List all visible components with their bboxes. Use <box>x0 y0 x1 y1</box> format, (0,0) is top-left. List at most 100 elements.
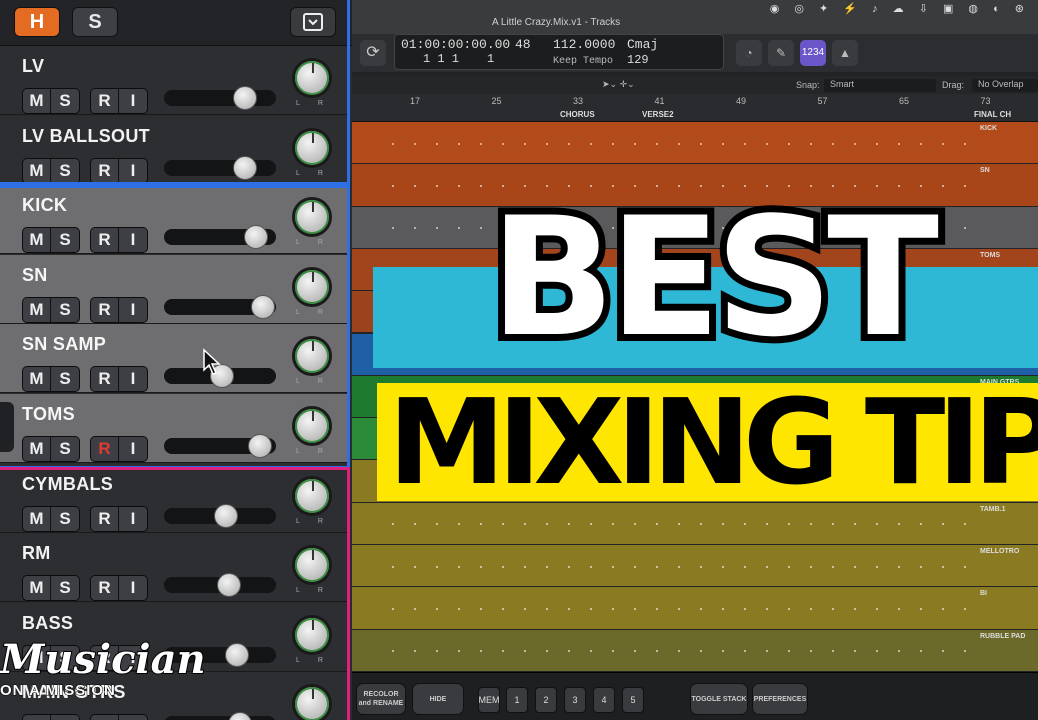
volume-fader-knob[interactable] <box>251 294 275 319</box>
track-header-row[interactable]: LV M S R I LR <box>0 46 348 115</box>
drag-select[interactable]: No Overlap <box>972 79 1038 92</box>
pan-knob[interactable] <box>292 475 332 516</box>
memory-slot-button[interactable]: 4 <box>593 687 615 713</box>
solo-button[interactable]: S <box>51 576 79 601</box>
volume-fader-knob[interactable] <box>233 86 257 110</box>
arrangement-marker[interactable]: CHORUS <box>560 110 595 119</box>
volume-fader-knob[interactable] <box>217 573 241 598</box>
lcd-display[interactable]: 01:00:00:00.00 1 1 1 1 48 112.0000 Keep … <box>394 34 724 70</box>
metronome-settings-icon[interactable]: ✎ <box>768 40 794 66</box>
toggle-stack-button[interactable]: TOGGLE STACK <box>690 683 748 715</box>
pan-knob[interactable] <box>292 684 332 720</box>
solo-button[interactable]: S <box>51 437 79 461</box>
volume-fader[interactable] <box>164 503 276 528</box>
track-name[interactable]: CYMBALS <box>22 474 113 495</box>
input-monitor-button[interactable]: I <box>119 228 147 253</box>
memory-slot-button[interactable]: 1 <box>506 687 528 713</box>
input-monitor-button[interactable]: I <box>119 297 147 322</box>
volume-fader-knob[interactable] <box>214 503 238 528</box>
track-header-row[interactable]: LV BALLSOUT M S R I LR <box>0 115 348 185</box>
pan-knob[interactable] <box>292 545 332 586</box>
solo-button[interactable]: S <box>51 367 79 392</box>
solo-button[interactable]: S <box>51 715 79 720</box>
arrangement-marker[interactable]: VERSE2 <box>642 110 674 119</box>
track-header-row[interactable]: CYMBALS M S R I LR <box>0 463 348 533</box>
tuner-icon[interactable]: ◔ <box>736 40 762 66</box>
track-header-row[interactable]: SN SAMP M S R I LR <box>0 324 348 394</box>
pan-knob[interactable] <box>292 614 332 655</box>
track-region[interactable]: RUBBLE PAD <box>352 629 1038 671</box>
pan-knob[interactable] <box>292 406 332 446</box>
expand-icon[interactable] <box>290 7 336 37</box>
metronome-icon[interactable]: ▲ <box>832 40 858 66</box>
volume-fader-knob[interactable] <box>225 642 249 667</box>
mute-button[interactable]: M <box>23 715 51 720</box>
read-automation-button[interactable]: R <box>91 297 119 322</box>
input-monitor-button[interactable]: I <box>119 715 147 720</box>
solo-mode-button[interactable]: S <box>72 7 118 37</box>
volume-fader-knob[interactable] <box>244 225 268 250</box>
volume-fader[interactable] <box>164 712 276 720</box>
solo-button[interactable]: S <box>51 506 79 531</box>
track-name[interactable]: LV BALLSOUT <box>22 126 150 147</box>
mute-button[interactable]: M <box>23 576 51 601</box>
mute-button[interactable]: M <box>23 89 51 113</box>
memory-slot-button[interactable]: 5 <box>622 687 644 713</box>
volume-fader[interactable] <box>164 294 276 319</box>
track-name[interactable]: KICK <box>22 195 67 216</box>
pan-knob[interactable] <box>292 127 332 168</box>
volume-fader-knob[interactable] <box>248 434 272 458</box>
track-header-row[interactable]: KICK M S R I LR <box>0 185 348 255</box>
count-in-icon[interactable]: 1234 <box>800 40 826 66</box>
memory-slot-button[interactable]: 2 <box>535 687 557 713</box>
track-name[interactable]: LV <box>22 56 44 77</box>
input-monitor-button[interactable]: I <box>119 576 147 601</box>
solo-button[interactable]: S <box>51 297 79 322</box>
solo-button[interactable]: S <box>51 158 79 183</box>
mute-button[interactable]: M <box>23 158 51 183</box>
input-monitor-button[interactable]: I <box>119 89 147 113</box>
track-name[interactable]: BASS <box>22 613 73 634</box>
read-automation-button[interactable]: R <box>91 228 119 253</box>
volume-fader[interactable] <box>164 86 276 110</box>
read-automation-button[interactable]: R <box>91 367 119 392</box>
memory-slot-button[interactable]: 3 <box>564 687 586 713</box>
track-name[interactable]: SN <box>22 265 48 286</box>
mute-button[interactable]: M <box>23 437 51 461</box>
read-automation-button[interactable]: R <box>91 506 119 531</box>
input-monitor-button[interactable]: I <box>119 437 147 461</box>
arrangement-marker[interactable]: FINAL CH <box>974 110 1011 119</box>
pointer-tool-icon[interactable]: ➤⌄ ✛⌄ <box>602 79 635 90</box>
input-monitor-button[interactable]: I <box>119 367 147 392</box>
hide-button[interactable]: HIDE <box>412 683 464 715</box>
track-region[interactable]: MELLOTRO <box>352 545 1038 587</box>
preferences-button[interactable]: PREFERENCES <box>752 683 808 715</box>
read-automation-button[interactable]: R <box>91 158 119 183</box>
track-header-row[interactable]: SN M S R I LR <box>0 254 348 324</box>
volume-fader-knob[interactable] <box>228 712 252 720</box>
input-monitor-button[interactable]: I <box>119 158 147 183</box>
snap-select[interactable]: Smart <box>824 79 936 92</box>
read-automation-button[interactable]: R <box>91 437 119 461</box>
mem-button[interactable]: MEM <box>478 687 500 713</box>
hide-tracks-button[interactable]: H <box>14 7 60 37</box>
track-header-row[interactable]: TOMS M S R I LR <box>0 394 348 463</box>
solo-button[interactable]: S <box>51 228 79 253</box>
pan-knob[interactable] <box>292 58 332 98</box>
track-region[interactable]: KICK <box>352 122 1038 164</box>
solo-button[interactable]: S <box>51 89 79 113</box>
timeline-ruler[interactable]: 17 25 33 41 49 57 65 73 CHORUS VERSE2 FINAL CH <box>352 94 1038 122</box>
pan-knob[interactable] <box>292 197 332 238</box>
mute-button[interactable]: M <box>23 297 51 322</box>
recolor-rename-button[interactable]: RECOLOR and RENAME <box>356 683 406 715</box>
read-automation-button[interactable]: R <box>91 89 119 113</box>
pan-knob[interactable] <box>292 336 332 377</box>
track-header-row[interactable]: RM M S R I LR <box>0 533 348 603</box>
volume-fader-knob[interactable] <box>233 155 257 180</box>
track-name[interactable]: RM <box>22 543 51 564</box>
pan-knob[interactable] <box>292 266 332 307</box>
track-name[interactable]: TOMS <box>22 404 75 425</box>
cycle-icon[interactable]: ⟳ <box>360 40 386 66</box>
input-monitor-button[interactable]: I <box>119 506 147 531</box>
track-name[interactable]: SN SAMP <box>22 334 106 355</box>
